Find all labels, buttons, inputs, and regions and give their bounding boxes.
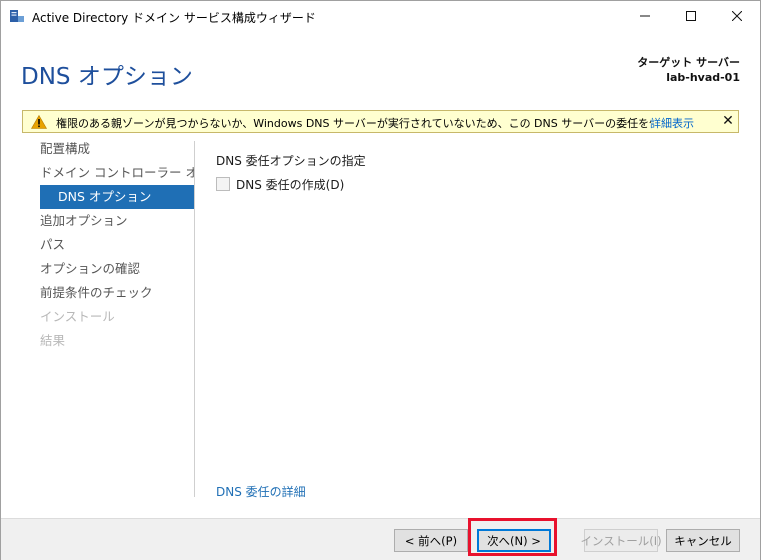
wizard-step-nav: 配置構成 ドメイン コントローラー オプシ... DNS オプション 追加オプシ… [25, 137, 195, 353]
target-server-label: ターゲット サーバー [637, 56, 740, 69]
nav-step-dc-options[interactable]: ドメイン コントローラー オプシ... [25, 161, 195, 185]
nav-step-additional-options[interactable]: 追加オプション [25, 209, 195, 233]
nav-step-paths[interactable]: パス [25, 233, 195, 257]
server-wizard-icon [9, 9, 25, 23]
show-details-link[interactable]: 詳細表示 [650, 115, 694, 131]
window-title: Active Directory ドメイン サービス構成ウィザード [32, 11, 316, 25]
dns-delegation-heading: DNS 委任オプションの指定 [216, 154, 366, 168]
target-server-name: lab-hvad-01 [666, 71, 740, 84]
previous-button[interactable]: < 前へ(P) [394, 529, 468, 552]
create-dns-delegation-option: DNS 委任の作成(D) [216, 176, 344, 192]
wizard-window: Active Directory ドメイン サービス構成ウィザード DNS オプ… [0, 0, 761, 560]
dns-delegation-details-link[interactable]: DNS 委任の詳細 [216, 483, 306, 500]
create-dns-delegation-checkbox[interactable] [216, 177, 230, 191]
dismiss-warning-close-icon[interactable]: ✕ [721, 113, 735, 129]
warning-message: 権限のある親ゾーンが見つからないか、Windows DNS サーバーが実行されて… [56, 117, 651, 130]
install-button: インストール(I) [580, 529, 662, 552]
nav-step-prerequisites-check[interactable]: 前提条件のチェック [25, 281, 195, 305]
title-bar: Active Directory ドメイン サービス構成ウィザード [1, 1, 760, 31]
page-title: DNS オプション [21, 64, 193, 90]
minimize-button[interactable] [622, 1, 668, 31]
nav-step-installation: インストール [40, 309, 115, 324]
nav-step-deployment-config[interactable]: 配置構成 [25, 137, 195, 161]
nav-step-dns-options[interactable]: DNS オプション [40, 185, 195, 209]
nav-step-review-options[interactable]: オプションの確認 [25, 257, 195, 281]
nav-step-results: 結果 [40, 333, 66, 348]
warning-triangle-icon [30, 114, 48, 129]
close-window-button[interactable] [714, 1, 760, 31]
nav-divider [194, 141, 195, 497]
cancel-button[interactable]: キャンセル [666, 529, 740, 552]
wizard-footer: < 前へ(P) 次へ(N) > インストール(I) キャンセル [1, 518, 760, 560]
create-dns-delegation-label[interactable]: DNS 委任の作成(D) [236, 176, 344, 193]
warning-banner: 権限のある親ゾーンが見つからないか、Windows DNS サーバーが実行されて… [22, 110, 739, 133]
next-button[interactable]: 次へ(N) > [477, 529, 551, 552]
maximize-button[interactable] [668, 1, 714, 31]
